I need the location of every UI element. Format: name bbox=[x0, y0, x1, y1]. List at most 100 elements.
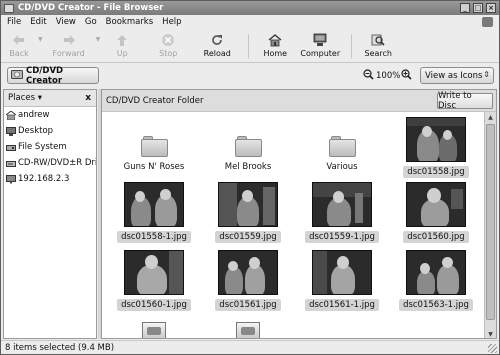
back-button[interactable]: Back bbox=[1, 30, 37, 63]
folder-item[interactable]: Guns N' Roses bbox=[115, 115, 193, 173]
toolbar-separator bbox=[248, 34, 250, 58]
places-dropdown[interactable]: Places ▾ bbox=[8, 93, 42, 103]
computer-icon bbox=[313, 33, 327, 47]
forward-button[interactable]: Forward bbox=[43, 30, 95, 63]
image-item[interactable]: dsc01561-1.jpg bbox=[303, 250, 381, 311]
image-item[interactable]: dsc01559-1.jpg bbox=[303, 182, 381, 243]
view-mode-value: View as Icons bbox=[425, 70, 483, 81]
back-arrow-icon bbox=[12, 33, 26, 47]
item-label: dsc01561.jpg bbox=[215, 299, 281, 311]
image-item[interactable]: dsc01558-1.jpg bbox=[115, 182, 193, 243]
folder-icon bbox=[234, 136, 262, 157]
reload-button[interactable]: Reload bbox=[192, 30, 242, 63]
menu-bar: File Edit View Go Bookmarks Help bbox=[1, 15, 499, 29]
network-icon bbox=[6, 174, 16, 184]
menu-bookmarks[interactable]: Bookmarks bbox=[106, 17, 154, 27]
home-icon bbox=[268, 33, 282, 47]
reload-icon bbox=[210, 33, 224, 47]
toolbar-separator bbox=[351, 34, 353, 58]
computer-button[interactable]: Computer bbox=[295, 30, 345, 63]
search-icon bbox=[371, 33, 385, 47]
photo-thumbnail bbox=[218, 250, 278, 295]
sidebar-item-desktop[interactable]: Desktop bbox=[4, 123, 96, 139]
menu-view[interactable]: View bbox=[56, 17, 76, 27]
stop-button[interactable]: Stop bbox=[144, 30, 192, 63]
folder-label: CD/DVD Creator Folder bbox=[106, 95, 204, 106]
places-label: Places bbox=[8, 93, 36, 103]
minimize-button[interactable]: _ bbox=[460, 3, 470, 13]
reload-label: Reload bbox=[203, 49, 231, 58]
sidebar-header: Places ▾ x bbox=[4, 90, 96, 107]
write-to-disc-button[interactable]: Write to Disc bbox=[437, 91, 493, 111]
menu-help[interactable]: Help bbox=[162, 17, 181, 27]
zoom-level[interactable]: 100% bbox=[376, 71, 400, 81]
photo-thumbnail bbox=[406, 117, 466, 162]
image-item[interactable]: dsc01560.jpg bbox=[397, 182, 475, 243]
maximize-button[interactable]: □ bbox=[473, 3, 483, 13]
sidebar-item-cd-drive[interactable]: CD-RW/DVD±R Drive bbox=[4, 155, 96, 171]
desktop-icon bbox=[6, 126, 16, 136]
sidebar-item-filesystem[interactable]: File System bbox=[4, 139, 96, 155]
view-mode-select[interactable]: View as Icons ⇕ bbox=[420, 67, 494, 84]
sidebar-item-network[interactable]: 192.168.2.3 bbox=[4, 171, 96, 187]
sidebar-item-label: andrew bbox=[18, 110, 50, 120]
item-label: Various bbox=[326, 162, 358, 172]
forward-label: Forward bbox=[52, 49, 85, 58]
scrollbar-thumb[interactable] bbox=[486, 124, 495, 320]
image-item[interactable]: dsc01558.jpg bbox=[397, 117, 475, 178]
image-item-partial[interactable] bbox=[209, 322, 287, 338]
write-to-disc-label: Write to Disc bbox=[438, 91, 472, 111]
file-view: CD/DVD Creator Folder Write to Disc Guns… bbox=[101, 89, 497, 339]
path-bar-button[interactable]: CD/DVD Creator bbox=[7, 66, 99, 86]
home-button[interactable]: Home bbox=[255, 30, 295, 63]
image-file-icon bbox=[142, 322, 166, 338]
photo-thumbnail bbox=[124, 250, 184, 295]
cd-burner-icon bbox=[11, 69, 23, 83]
home-folder-icon bbox=[5, 109, 17, 120]
item-label: dsc01560.jpg bbox=[403, 231, 469, 243]
vertical-scrollbar[interactable]: ▲ ▼ bbox=[484, 112, 496, 338]
zoom-in-icon[interactable] bbox=[401, 69, 412, 83]
toolbar: Back ▼ Forward ▼ Up Stop Reload Home Com… bbox=[1, 30, 499, 63]
item-label: dsc01558.jpg bbox=[403, 166, 469, 178]
places-sidebar: Places ▾ x andrew Desktop File System CD… bbox=[3, 89, 97, 339]
photo-thumbnail bbox=[218, 182, 278, 227]
menu-edit[interactable]: Edit bbox=[30, 17, 46, 27]
menu-go[interactable]: Go bbox=[85, 17, 97, 27]
up-label: Up bbox=[116, 49, 128, 58]
item-label: dsc01559.jpg bbox=[215, 231, 281, 243]
sidebar-item-andrew[interactable]: andrew bbox=[4, 107, 96, 123]
folder-item[interactable]: Various bbox=[303, 115, 381, 173]
menu-file[interactable]: File bbox=[7, 17, 21, 27]
item-label: Guns N' Roses bbox=[123, 162, 185, 172]
sidebar-item-label: Desktop bbox=[18, 126, 54, 136]
scroll-down-icon[interactable]: ▼ bbox=[485, 329, 496, 338]
icon-grid: Guns N' Roses Mel Brooks Various dsc0155… bbox=[102, 112, 496, 338]
up-button[interactable]: Up bbox=[100, 30, 144, 63]
sidebar-item-label: CD-RW/DVD±R Drive bbox=[18, 158, 96, 168]
search-button[interactable]: Search bbox=[358, 30, 398, 63]
resize-grip[interactable] bbox=[488, 344, 497, 353]
harddisk-icon bbox=[6, 143, 16, 152]
close-sidebar-icon[interactable]: x bbox=[85, 93, 91, 103]
home-label: Home bbox=[263, 49, 288, 58]
photo-thumbnail bbox=[406, 250, 466, 295]
image-item[interactable]: dsc01559.jpg bbox=[209, 182, 287, 243]
forward-arrow-icon bbox=[62, 33, 76, 47]
image-item[interactable]: dsc01560-1.jpg bbox=[115, 250, 193, 311]
image-item[interactable]: dsc01561.jpg bbox=[209, 250, 287, 311]
sidebar-item-label: File System bbox=[18, 142, 67, 152]
close-window-button[interactable]: × bbox=[486, 3, 496, 13]
optical-drive-icon bbox=[6, 159, 16, 168]
folder-item[interactable]: Mel Brooks bbox=[209, 115, 287, 173]
image-item-partial[interactable] bbox=[115, 322, 193, 338]
sidebar-item-label: 192.168.2.3 bbox=[18, 174, 70, 184]
zoom-out-icon[interactable] bbox=[363, 69, 374, 83]
item-label: dsc01563-1.jpg bbox=[399, 299, 473, 311]
chevron-updown-icon: ⇕ bbox=[483, 70, 490, 79]
scroll-up-icon[interactable]: ▲ bbox=[485, 112, 496, 123]
photo-thumbnail bbox=[312, 250, 372, 295]
status-text: 8 items selected (9.4 MB) bbox=[5, 343, 115, 353]
title-bar[interactable]: CD/DVD Creator - File Browser _ □ × bbox=[1, 1, 499, 15]
image-item[interactable]: dsc01563-1.jpg bbox=[397, 250, 475, 311]
